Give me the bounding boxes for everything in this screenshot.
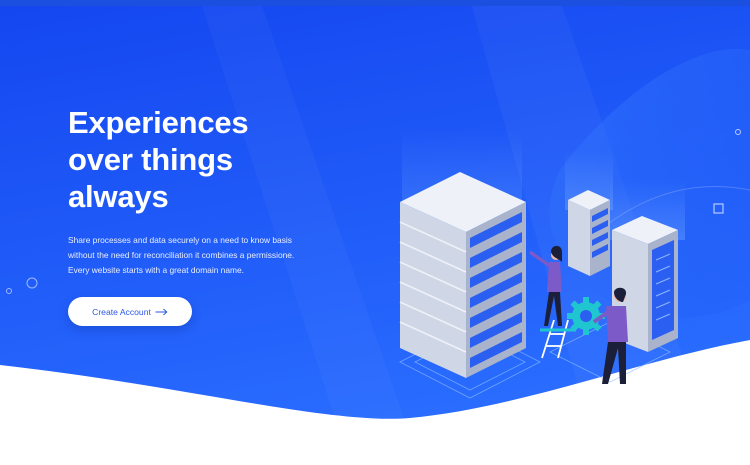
description-line: Share processes and data securely on a n… — [68, 235, 292, 245]
description-line: without the need for reconciliation it c… — [68, 250, 295, 260]
description-line: Every website starts with a great domain… — [68, 265, 244, 275]
hero-description: Share processes and data securely on a n… — [68, 233, 328, 278]
server-illustration — [399, 130, 685, 399]
headline-line: always — [68, 179, 169, 214]
server-rack-small — [568, 190, 610, 276]
decorative-circles — [6, 277, 38, 294]
headline-line: Experiences — [68, 105, 249, 140]
arrow-right-icon — [155, 308, 168, 315]
create-account-button[interactable]: Create Account — [68, 297, 192, 326]
decorative-shapes-right — [713, 129, 741, 214]
create-account-label: Create Account — [92, 306, 151, 317]
server-rack-large — [399, 172, 526, 378]
top-navbar-strip — [0, 0, 750, 6]
headline-line: over things — [68, 142, 233, 177]
person-icon — [528, 245, 562, 326]
hero-headline: Experiences over things always — [68, 104, 368, 215]
hero-section: Experiences over things always Share pro… — [0, 0, 750, 465]
